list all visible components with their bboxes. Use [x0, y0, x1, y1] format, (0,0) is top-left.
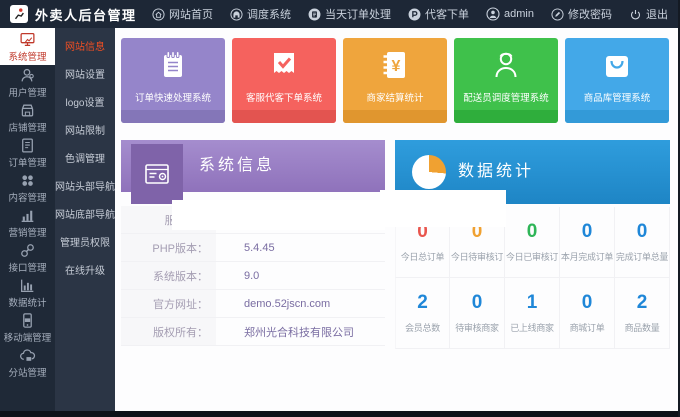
card-label: 配送员调度管理系统 — [463, 90, 549, 104]
stat-total-members: 2 会员总数 — [395, 278, 450, 349]
submenu-admin-permissions[interactable]: 管理员权限 — [55, 230, 115, 258]
stat-today-reviewed-orders: 0 今日已审核订 — [505, 207, 560, 278]
card-label: 商品库管理系统 — [584, 90, 651, 104]
sub-sidebar: 网站信息 网站设置 logo设置 网站限制 色调管理 网站头部导航 网站底部导航… — [55, 28, 115, 411]
window-gear-icon — [143, 160, 171, 188]
topnav-site-home[interactable]: 网站首页 — [152, 6, 213, 22]
bar-chart-icon — [19, 277, 36, 294]
sidebar-item-mobile[interactable]: 移动端管理 — [0, 310, 55, 345]
sidebar-item-api[interactable]: 接口管理 — [0, 240, 55, 275]
card-merchant-settlement[interactable]: ¥ 商家结算统计 — [343, 38, 447, 123]
topnav-label: 修改密码 — [568, 6, 612, 22]
card-label: 客服代客下单系统 — [246, 90, 322, 104]
stat-mall-orders: 0 商城订单 — [560, 278, 615, 349]
topnav-label: 当天订单处理 — [325, 6, 391, 22]
user-circle-icon — [486, 7, 500, 21]
page-title: 外卖人后台管理 — [35, 5, 137, 24]
courier-person-icon — [488, 47, 524, 83]
brand: 外卖人后台管理 — [10, 5, 137, 24]
topnav-dispatch-system[interactable]: 调度系统 — [230, 6, 291, 22]
edit-password-icon — [551, 8, 564, 21]
stat-online-merchants: 1 已上线商家 — [505, 278, 560, 349]
pie-chart-icon — [412, 155, 446, 189]
shopping-bag-icon — [599, 47, 635, 83]
receipt-check-icon — [266, 47, 302, 83]
sidebar-item-orders[interactable]: 订单管理 — [0, 135, 55, 170]
topnav-label: 代客下单 — [425, 6, 469, 22]
sidebar-item-statistics[interactable]: 数据统计 — [0, 275, 55, 310]
topnav-label: 网站首页 — [169, 6, 213, 22]
redaction-server-ip — [172, 200, 385, 230]
system-info-icon-box — [131, 144, 183, 204]
main-sidebar: 系统管理 用户管理 店铺管理 订单管理 内容管理 营销管理 接口管理 数据统计 — [0, 28, 55, 411]
submenu-footer-nav[interactable]: 网站底部导航 — [55, 202, 115, 230]
link-icon — [19, 242, 36, 259]
window-bottom-edge — [0, 411, 680, 417]
shop-icon — [19, 102, 36, 119]
card-label: 商家结算统计 — [366, 90, 423, 104]
submenu-site-limits[interactable]: 网站限制 — [55, 118, 115, 146]
waimairen-logo-icon — [10, 5, 28, 23]
document-icon — [19, 137, 36, 154]
mobile-icon — [19, 312, 36, 329]
system-info-title: 系统信息 — [199, 140, 275, 192]
submenu-header-nav[interactable]: 网站头部导航 — [55, 174, 115, 202]
top-nav: 网站首页 调度系统 当天订单处理 代客下单 admin 修改密码 — [152, 6, 670, 22]
top-bar: 外卖人后台管理 网站首页 调度系统 当天订单处理 代客下单 admin — [0, 0, 680, 28]
stat-total-completed-orders: 0 完成订单总量 — [615, 207, 670, 278]
submenu-site-settings[interactable]: 网站设置 — [55, 62, 115, 90]
topnav-label: 退出 — [646, 6, 668, 22]
user-icon — [19, 67, 36, 84]
card-label: 订单快速处理系统 — [135, 90, 211, 104]
stat-pending-merchants: 0 待审核商家 — [450, 278, 505, 349]
sidebar-item-users[interactable]: 用户管理 — [0, 65, 55, 100]
table-row: 版权所有： 郑州光合科技有限公司 — [121, 318, 385, 346]
order-doc-icon — [308, 8, 321, 21]
card-courier-dispatch[interactable]: 配送员调度管理系统 — [454, 38, 558, 123]
admin-dashboard: 外卖人后台管理 网站首页 调度系统 当天订单处理 代客下单 admin — [0, 0, 680, 417]
svg-text:¥: ¥ — [392, 58, 401, 75]
system-info-panel: 系统信息 服务器IP PHP版本： 5.4.45 系统版本： 9.0 — [121, 140, 385, 349]
settlement-yen-icon: ¥ — [377, 47, 413, 83]
submenu-site-info[interactable]: 网站信息 — [55, 34, 115, 62]
topnav-today-orders[interactable]: 当天订单处理 — [308, 6, 391, 22]
card-product-library[interactable]: 商品库管理系统 — [565, 38, 669, 123]
table-row: 系统版本： 9.0 — [121, 262, 385, 290]
system-info-banner: 系统信息 — [121, 140, 385, 192]
statistics-grid: 0 今日总订单 0 今日待审核订 0 今日已审核订 0 本月完成订单 — [395, 207, 670, 349]
data-statistics-panel: 数据统计 0 今日总订单 0 今日待审核订 0 今日已审核订 — [395, 140, 670, 349]
topnav-label: admin — [504, 8, 534, 20]
topnav-proxy-order[interactable]: 代客下单 — [408, 6, 469, 22]
stat-product-count: 2 商品数量 — [615, 278, 670, 349]
table-row: 官方网址： demo.52jscn.com — [121, 290, 385, 318]
home-icon — [152, 8, 165, 21]
trend-chart-icon — [19, 207, 36, 224]
sidebar-item-substation[interactable]: 分站管理 — [0, 345, 55, 380]
power-icon — [629, 8, 642, 21]
proxy-order-icon — [408, 8, 421, 21]
monitor-icon — [19, 31, 36, 48]
sidebar-item-shops[interactable]: 店铺管理 — [0, 100, 55, 135]
submenu-online-upgrade[interactable]: 在线升级 — [55, 258, 115, 286]
topnav-account[interactable]: admin — [486, 7, 534, 21]
card-order-fast-processing[interactable]: 订单快速处理系统 — [121, 38, 225, 123]
headset-icon — [230, 8, 243, 21]
grid-dots-icon — [19, 172, 36, 189]
topnav-label: 调度系统 — [247, 6, 291, 22]
card-cs-proxy-order[interactable]: 客服代客下单系统 — [232, 38, 336, 123]
topnav-change-password[interactable]: 修改密码 — [551, 6, 612, 22]
submenu-color-management[interactable]: 色调管理 — [55, 146, 115, 174]
notepad-icon — [155, 47, 191, 83]
sidebar-item-content[interactable]: 内容管理 — [0, 170, 55, 205]
dashboard-panels: 系统信息 服务器IP PHP版本： 5.4.45 系统版本： 9.0 — [115, 123, 678, 349]
submenu-logo-settings[interactable]: logo设置 — [55, 90, 115, 118]
shortcut-cards: 订单快速处理系统 客服代客下单系统 ¥ 商家结算统计 — [115, 28, 678, 123]
stat-month-completed-orders: 0 本月完成订单 — [560, 207, 615, 278]
cloud-icon — [19, 347, 36, 364]
topnav-logout[interactable]: 退出 — [629, 6, 668, 22]
redaction-stats-corner — [380, 190, 506, 227]
sidebar-item-system[interactable]: 系统管理 — [0, 28, 55, 65]
sidebar-item-marketing[interactable]: 营销管理 — [0, 205, 55, 240]
table-row: PHP版本： 5.4.45 — [121, 234, 385, 262]
